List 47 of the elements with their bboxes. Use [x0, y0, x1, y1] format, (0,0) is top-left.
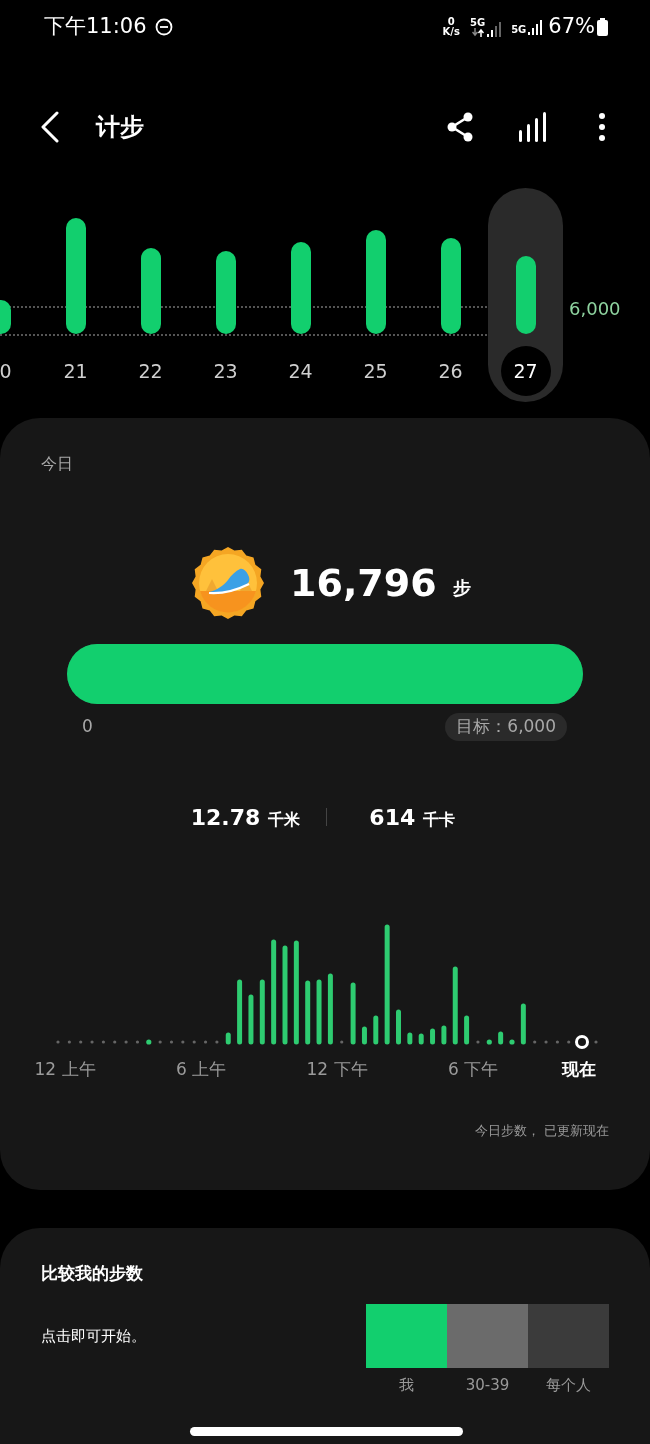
comparison-label: 我	[399, 1375, 414, 1396]
day-label[interactable]: 23	[213, 356, 238, 386]
data-arrows-icon	[471, 27, 484, 37]
today-card[interactable]: 今日 16,796 步 0 目标：6,000 12.78 千米 614 千卡 12 上午 6 上午 12 下午 6 下午 现在 今日步数， 已更新现在	[0, 418, 650, 1190]
net-speed-unit: K/s	[442, 27, 460, 37]
shoe-badge-icon	[192, 547, 264, 619]
chart-button[interactable]	[518, 112, 548, 142]
time-axis-label: 12 上午	[34, 1058, 96, 1081]
status-time: 下午11:06	[44, 13, 147, 41]
time-axis-label: 6 上午	[175, 1058, 227, 1081]
time-axis-label: 6 下午	[447, 1058, 499, 1081]
progress-start-label: 0	[82, 715, 93, 739]
compare-card[interactable]: 比较我的步数 点击即可开始。 我 30-39 每个人	[0, 1228, 650, 1444]
card-title: 比较我的步数	[41, 1262, 143, 1286]
net-speed-value: 0	[447, 17, 455, 27]
day-label[interactable]: 21	[63, 356, 88, 386]
day-label[interactable]: 24	[288, 356, 313, 386]
card-title: 今日	[41, 453, 73, 475]
day-label[interactable]: 0	[0, 356, 12, 386]
day-label[interactable]: 22	[138, 356, 163, 386]
step-count: 16,796	[290, 559, 437, 607]
calories-value: 614	[369, 803, 416, 832]
time-axis-label: 12 下午	[306, 1058, 368, 1081]
battery-icon	[597, 18, 608, 36]
comparison-label: 30-39	[465, 1375, 510, 1396]
do-not-disturb-icon	[154, 18, 173, 36]
share-button[interactable]	[446, 112, 474, 142]
more-options-button[interactable]	[598, 113, 606, 141]
distance-value: 12.78	[190, 803, 261, 832]
step-unit: 步	[452, 575, 471, 600]
page-title: 计步	[96, 112, 144, 143]
selected-day-column[interactable]: 27	[488, 188, 563, 402]
network-type: 5G	[469, 17, 486, 28]
update-note: 今日步数， 已更新现在	[474, 1122, 609, 1141]
time-axis-label: 现在	[562, 1058, 596, 1081]
day-label[interactable]: 26	[438, 356, 463, 386]
comparison-label: 每个人	[546, 1375, 591, 1396]
calories-unit: 千卡	[423, 808, 456, 831]
start-hint: 点击即可开始。	[41, 1325, 146, 1347]
goal-label: 目标：6,000	[445, 713, 567, 741]
network-type: 5G	[511, 25, 527, 35]
signal-icon	[487, 20, 502, 37]
distance-unit: 千米	[268, 808, 301, 831]
signal-icon	[528, 19, 543, 35]
goal-line-label: 6,000	[569, 297, 621, 321]
day-label[interactable]: 25	[363, 356, 388, 386]
battery-percent: 67%	[548, 13, 595, 41]
